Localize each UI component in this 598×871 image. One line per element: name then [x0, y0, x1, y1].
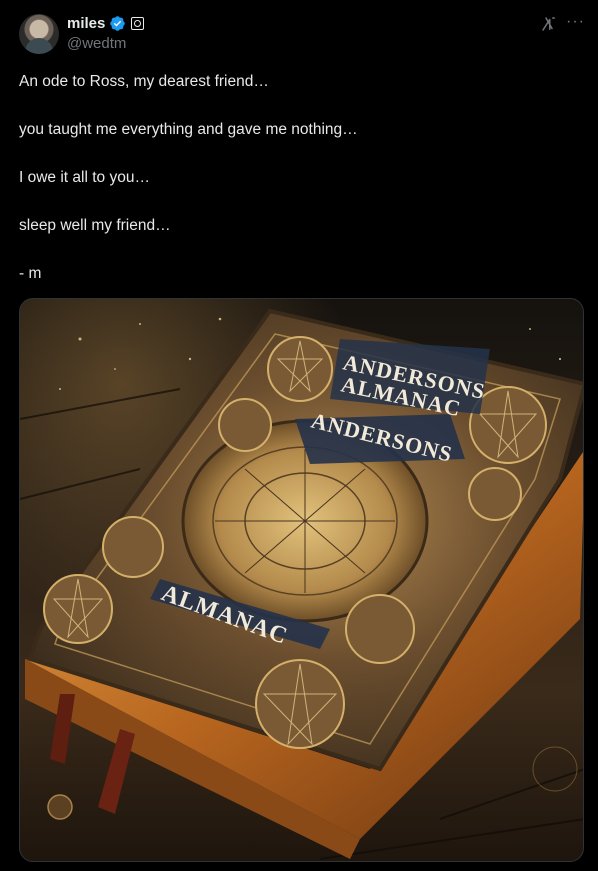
tweet-line: - m [19, 265, 42, 282]
tweet-line: you taught me everything and gave me not… [19, 121, 358, 138]
avatar[interactable] [19, 14, 59, 54]
author-name[interactable]: miles [67, 15, 105, 32]
verified-badge-icon[interactable] [109, 15, 126, 32]
author-handle[interactable]: @wedtm [67, 35, 126, 52]
affiliation-badge-icon[interactable] [131, 16, 145, 30]
more-options-button[interactable]: ··· [566, 14, 585, 30]
tweet-line: I owe it all to you… [19, 169, 150, 186]
tweet-line: An ode to Ross, my dearest friend… [19, 73, 269, 90]
tweet-image[interactable]: ANDERSONS ALMANAC ANDERSONS ALMANAC [19, 298, 584, 862]
tweet-line: sleep well my friend… [19, 217, 171, 234]
author-name-row: miles [67, 14, 145, 32]
almanac-book-illustration: ANDERSONS ALMANAC ANDERSONS ALMANAC [20, 308, 583, 860]
grok-icon[interactable] [540, 15, 558, 33]
